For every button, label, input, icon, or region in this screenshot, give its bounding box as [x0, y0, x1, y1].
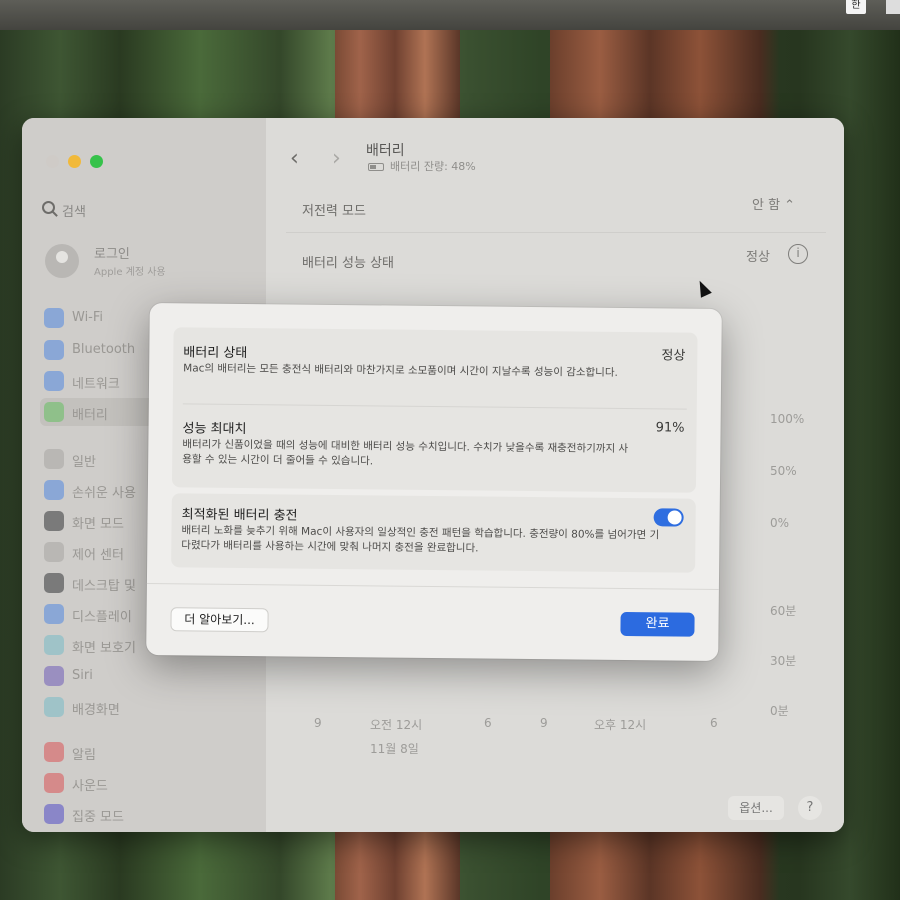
learn-more-button[interactable]: 더 알아보기... [170, 607, 269, 633]
max-capacity-description: 배터리가 신품이었을 때의 성능에 대비한 배터리 성능 수치입니다. 수치가 … [182, 438, 629, 468]
row-divider [286, 232, 826, 233]
accessibility-icon [44, 480, 64, 500]
low-power-mode-select[interactable]: 안 함 ⌃ [752, 194, 795, 213]
axis-label-minutes: 30분 [770, 654, 797, 668]
avatar[interactable] [45, 244, 79, 278]
account-subtitle: Apple 계정 사용 [94, 267, 166, 278]
sidebar-item-notifications[interactable]: 알림 [40, 738, 260, 766]
max-capacity-value: 91% [655, 420, 685, 436]
axis-label-percent: 100% [770, 412, 805, 426]
info-icon[interactable]: i [788, 244, 808, 264]
sidebar-item-wallpaper[interactable]: 배경화면 [40, 693, 260, 721]
bluetooth-icon [44, 340, 64, 360]
dock-icon [44, 573, 64, 593]
time-tick: 9 [314, 716, 322, 730]
date-label: 11월 8일 [370, 742, 419, 756]
menu-bar: 한 [0, 0, 900, 30]
menu-bar-extra [886, 0, 900, 14]
time-tick: 9 [540, 716, 548, 730]
input-source-indicator[interactable]: 한 [846, 0, 866, 14]
page-title: 배터리 [366, 143, 405, 159]
siri-icon [44, 666, 64, 686]
battery-status-description: Mac의 배터리는 모든 충전식 배터리와 마찬가지로 소모품이며 시간이 지날… [183, 362, 618, 379]
axis-label-percent: 50% [770, 464, 797, 478]
battery-level-subtitle: 배터리 잔량: 48% [368, 158, 476, 174]
sidebar-item-siri[interactable]: Siri [40, 662, 260, 690]
sidebar-item-sound[interactable]: 사운드 [40, 769, 260, 797]
forward-chevron-icon[interactable]: › [332, 146, 341, 171]
axis-label-minutes: 0분 [770, 704, 789, 718]
search-icon [42, 201, 55, 214]
wifi-icon [44, 308, 64, 328]
battery-icon [368, 163, 384, 171]
screen-saver-icon [44, 635, 64, 655]
wallpaper-icon [44, 697, 64, 717]
time-tick: 6 [484, 716, 492, 730]
back-chevron-icon[interactable]: ‹ [290, 146, 299, 171]
optimized-charging-title: 최적화된 배터리 충전 [181, 507, 298, 524]
axis-label-minutes: 60분 [770, 604, 797, 618]
search-placeholder: 검색 [62, 205, 86, 220]
optimized-charging-card: 최적화된 배터리 충전 배터리 노화를 늦추기 위해 Mac이 사용자의 일상적… [171, 493, 696, 573]
options-button[interactable]: 옵션... [728, 796, 784, 820]
battery-health-dialog: 배터리 상태 정상 Mac의 배터리는 모든 충전식 배터리와 마찬가지로 소모… [146, 303, 722, 661]
globe-icon [44, 371, 64, 391]
sidebar-item-focus[interactable]: 집중 모드 [40, 800, 260, 828]
axis-label-percent: 0% [770, 516, 790, 530]
moon-icon [44, 804, 64, 824]
appearance-icon [44, 511, 64, 531]
sidebar-search-input[interactable]: 검색 [38, 198, 250, 222]
close-button[interactable] [46, 155, 59, 168]
battery-info-card: 배터리 상태 정상 Mac의 배터리는 모든 충전식 배터리와 마찬가지로 소모… [171, 327, 698, 493]
low-power-mode-label: 저전력 모드 [302, 204, 366, 219]
time-tick: 오후 12시 [594, 718, 647, 732]
speaker-icon [44, 773, 64, 793]
control-center-icon [44, 542, 64, 562]
time-tick: 오전 12시 [370, 718, 423, 732]
done-button[interactable]: 완료 [620, 611, 695, 637]
time-tick: 6 [710, 716, 718, 730]
optimized-charging-description: 배터리 노화를 늦추기 위해 Mac이 사용자의 일상적인 충전 패턴을 학습합… [181, 524, 660, 555]
optimized-charging-toggle[interactable] [653, 508, 684, 527]
battery-status-title: 배터리 상태 [183, 345, 248, 362]
battery-status-value: 정상 [661, 348, 686, 364]
battery-health-value: 정상 [746, 250, 770, 265]
account-name[interactable]: 로그인 [94, 243, 130, 262]
gear-icon [44, 449, 64, 469]
card-divider [182, 403, 687, 410]
battery-icon [44, 402, 64, 422]
battery-health-label: 배터리 성능 상태 [302, 256, 394, 271]
minimize-button[interactable] [68, 155, 81, 168]
display-icon [44, 604, 64, 624]
zoom-button[interactable] [90, 155, 103, 168]
help-button[interactable]: ? [798, 796, 822, 820]
max-capacity-title: 성능 최대치 [182, 421, 247, 438]
bell-icon [44, 742, 64, 762]
dialog-divider [146, 582, 719, 590]
